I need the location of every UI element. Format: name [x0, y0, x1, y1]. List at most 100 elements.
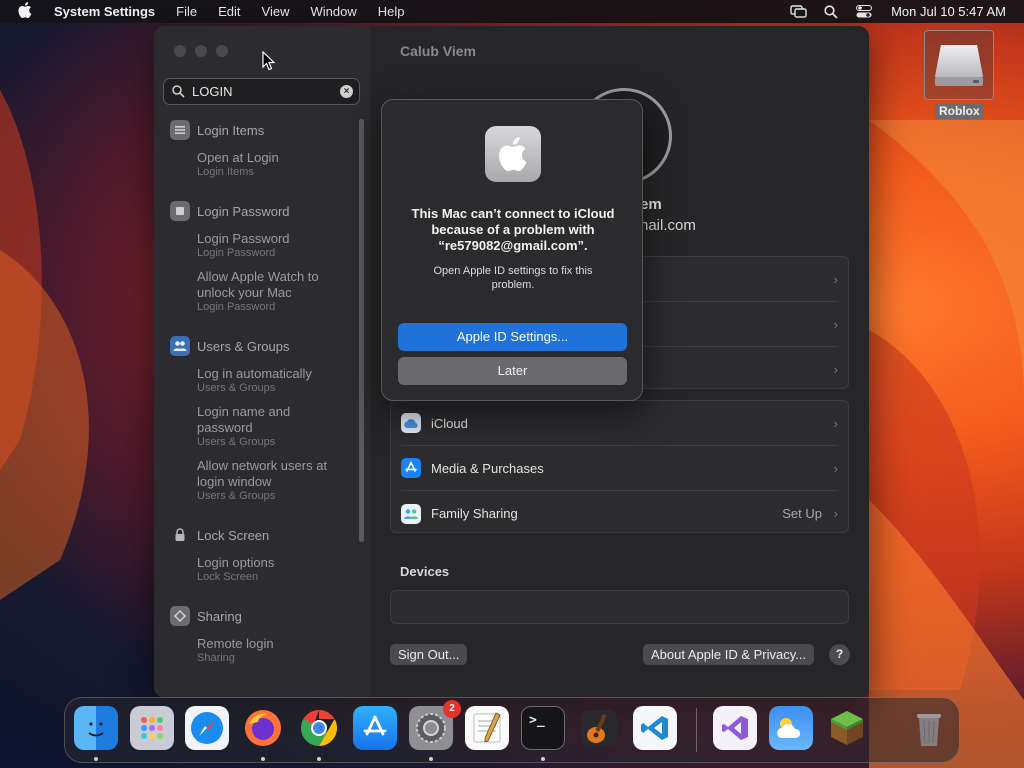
- services-card: iCloud › Media & Purchases › Family Shar…: [390, 400, 849, 533]
- sidebar-item-login-password[interactable]: Login Password: [170, 201, 290, 221]
- dialog-title: This Mac can’t connect to iCloud because…: [411, 206, 615, 253]
- later-button[interactable]: Later: [398, 357, 627, 385]
- menu-view[interactable]: View: [262, 4, 290, 19]
- row-label: Media & Purchases: [431, 460, 544, 476]
- result-label: Login name and password: [197, 404, 291, 435]
- desktop-drive[interactable]: Roblox: [924, 30, 994, 122]
- sign-out-button[interactable]: Sign Out...: [390, 644, 468, 665]
- menu-help[interactable]: Help: [378, 4, 405, 19]
- garageband-icon[interactable]: [577, 706, 621, 750]
- result-detail: Login Password: [197, 301, 276, 313]
- settings-notification-badge: 2: [443, 700, 461, 718]
- safari-icon[interactable]: [185, 706, 229, 750]
- apple-id-settings-button[interactable]: Apple ID Settings...: [398, 323, 627, 351]
- sidebar: LOGIN × Login Items Open at Login Login …: [154, 26, 370, 698]
- result-label: Login Password: [197, 231, 290, 246]
- sidebar-scrollbar[interactable]: [359, 119, 364, 542]
- zoom-window-button[interactable]: [216, 45, 228, 57]
- help-button[interactable]: ?: [829, 644, 850, 665]
- finder-icon[interactable]: [74, 706, 118, 750]
- account-name: em: [640, 196, 662, 213]
- family-sharing-row[interactable]: Family Sharing Set Up ›: [401, 491, 838, 536]
- sidebar-result-remote-login[interactable]: Remote login Sharing: [197, 636, 274, 665]
- app-store-dock-icon[interactable]: [353, 706, 397, 750]
- sidebar-item-label: Login Password: [197, 203, 290, 219]
- trash-icon[interactable]: [907, 706, 951, 750]
- sidebar-result-login-name-password[interactable]: Login name and password Users & Groups: [197, 404, 297, 449]
- result-detail: Lock Screen: [197, 571, 259, 583]
- sharing-icon: [170, 606, 190, 626]
- account-email: nail.com: [640, 217, 696, 234]
- row-label: iCloud: [431, 415, 468, 431]
- icloud-row[interactable]: iCloud ›: [401, 401, 838, 446]
- screen-mirroring-icon[interactable]: [789, 5, 807, 19]
- close-window-button[interactable]: [174, 45, 186, 57]
- devices-list: [390, 590, 849, 624]
- chrome-icon[interactable]: [297, 706, 341, 750]
- family-sharing-icon: [401, 503, 421, 524]
- menu-clock[interactable]: Mon Jul 10 5:47 AM: [891, 4, 1006, 19]
- dock: 2 >_: [64, 697, 960, 763]
- sidebar-result-login-password[interactable]: Login Password Login Password: [197, 231, 290, 260]
- terminal-icon[interactable]: >_: [521, 706, 565, 750]
- drive-label: Roblox: [935, 103, 984, 119]
- firefox-icon[interactable]: [241, 706, 285, 750]
- search-field[interactable]: LOGIN ×: [163, 78, 360, 105]
- result-detail: Users & Groups: [197, 436, 276, 448]
- clear-search-icon[interactable]: ×: [340, 85, 353, 98]
- menu-file[interactable]: File: [176, 4, 197, 19]
- sidebar-item-lock-screen[interactable]: Lock Screen: [170, 525, 269, 545]
- sidebar-item-label: Users & Groups: [197, 338, 290, 354]
- apple-menu-icon[interactable]: [18, 2, 36, 21]
- launchpad-icon[interactable]: [130, 706, 174, 750]
- result-detail: Login Password: [197, 247, 276, 259]
- app-store-icon: [401, 458, 421, 478]
- family-sharing-value: Set Up: [782, 506, 822, 521]
- result-detail: Login Items: [197, 166, 254, 178]
- visual-studio-icon[interactable]: [713, 706, 757, 750]
- result-label: Login options: [197, 555, 275, 570]
- chevron-right-icon: ›: [833, 460, 838, 476]
- icloud-alert-dialog: This Mac can’t connect to iCloud because…: [381, 99, 643, 401]
- sidebar-item-users-groups[interactable]: Users & Groups: [170, 336, 289, 356]
- chevron-right-icon: ›: [833, 506, 838, 521]
- control-center-icon[interactable]: [855, 5, 873, 19]
- sidebar-result-apple-watch[interactable]: Allow Apple Watch to unlock your Mac Log…: [197, 269, 347, 314]
- icloud-icon: [401, 413, 421, 433]
- textedit-icon[interactable]: [465, 706, 509, 750]
- sidebar-result-open-at-login[interactable]: Open at Login Login Items: [197, 150, 279, 179]
- dock-separator: [696, 708, 697, 752]
- sidebar-item-login-items[interactable]: Login Items: [170, 120, 264, 140]
- row-label: Family Sharing: [431, 506, 518, 521]
- firefox-running-dot: [261, 757, 265, 761]
- sidebar-result-log-in-automatically[interactable]: Log in automatically Users & Groups: [197, 366, 312, 395]
- sidebar-item-sharing[interactable]: Sharing: [170, 606, 242, 626]
- settings-running-dot: [429, 757, 433, 761]
- result-label: Allow Apple Watch to unlock your Mac: [197, 269, 319, 300]
- search-icon: [172, 85, 186, 98]
- chevron-right-icon: ›: [833, 316, 838, 332]
- chrome-running-dot: [317, 757, 321, 761]
- result-label: Allow network users at login window: [197, 458, 328, 489]
- weather-icon[interactable]: [769, 706, 813, 750]
- sidebar-result-network-users[interactable]: Allow network users at login window User…: [197, 458, 347, 503]
- minimize-window-button[interactable]: [195, 45, 207, 57]
- result-detail: Sharing: [197, 652, 235, 664]
- mouse-pointer-icon: [262, 51, 276, 71]
- menu-window[interactable]: Window: [310, 4, 356, 19]
- sidebar-result-login-options[interactable]: Login options Lock Screen: [197, 555, 274, 584]
- menu-app-name[interactable]: System Settings: [54, 4, 155, 19]
- vscode-icon[interactable]: [633, 706, 677, 750]
- media-purchases-row[interactable]: Media & Purchases ›: [401, 446, 838, 491]
- system-settings-icon[interactable]: 2: [409, 700, 461, 750]
- minecraft-icon[interactable]: [825, 706, 869, 750]
- result-detail: Users & Groups: [197, 382, 276, 394]
- about-apple-id-button[interactable]: About Apple ID & Privacy...: [643, 644, 815, 665]
- menu-edit[interactable]: Edit: [218, 4, 240, 19]
- chevron-right-icon: ›: [833, 271, 838, 287]
- drive-icon[interactable]: [924, 30, 994, 100]
- spotlight-search-icon[interactable]: [822, 4, 840, 19]
- result-label: Log in automatically: [197, 366, 312, 381]
- search-input[interactable]: LOGIN: [192, 84, 232, 99]
- menu-bar: System Settings File Edit View Window He…: [0, 0, 1024, 23]
